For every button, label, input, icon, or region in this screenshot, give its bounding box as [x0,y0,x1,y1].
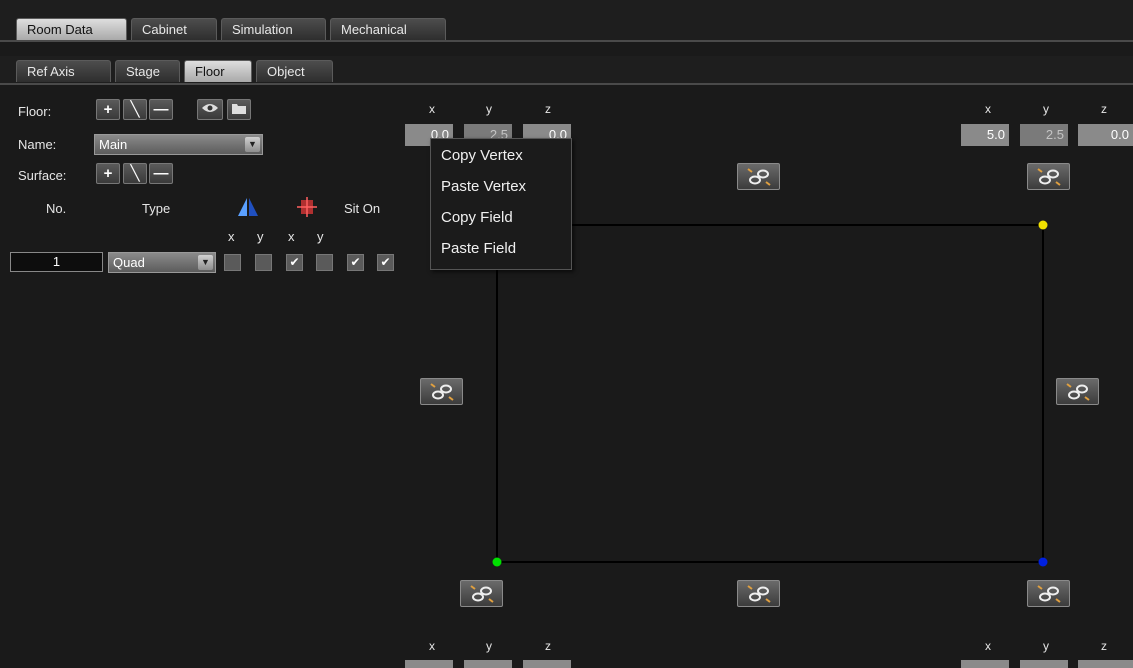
menu-paste-field[interactable]: Paste Field [441,240,516,257]
link-bottom-right-button[interactable] [1027,580,1070,607]
link-icon [429,382,454,401]
link-right-button[interactable] [1056,378,1099,405]
link-icon [1036,167,1061,186]
vertex-bottom-right[interactable] [1038,557,1048,567]
link-bottom-left-button[interactable] [460,580,503,607]
menu-paste-vertex[interactable]: Paste Vertex [441,178,526,195]
menu-copy-vertex[interactable]: Copy Vertex [441,147,523,164]
link-icon [746,167,771,186]
link-icon [469,584,494,603]
link-icon [746,584,771,603]
vertex-bottom-left[interactable] [492,557,502,567]
link-left-button[interactable] [420,378,463,405]
menu-copy-field[interactable]: Copy Field [441,209,513,226]
floor-quad [496,224,1044,563]
link-icon [1036,584,1061,603]
link-bottom-button[interactable] [737,580,780,607]
link-top-right-button[interactable] [1027,163,1070,190]
link-top-button[interactable] [737,163,780,190]
link-icon [1065,382,1090,401]
floor-outline [492,220,1048,567]
context-menu: Copy Vertex Paste Vertex Copy Field Past… [430,138,572,270]
vertex-top-right[interactable] [1038,220,1048,230]
